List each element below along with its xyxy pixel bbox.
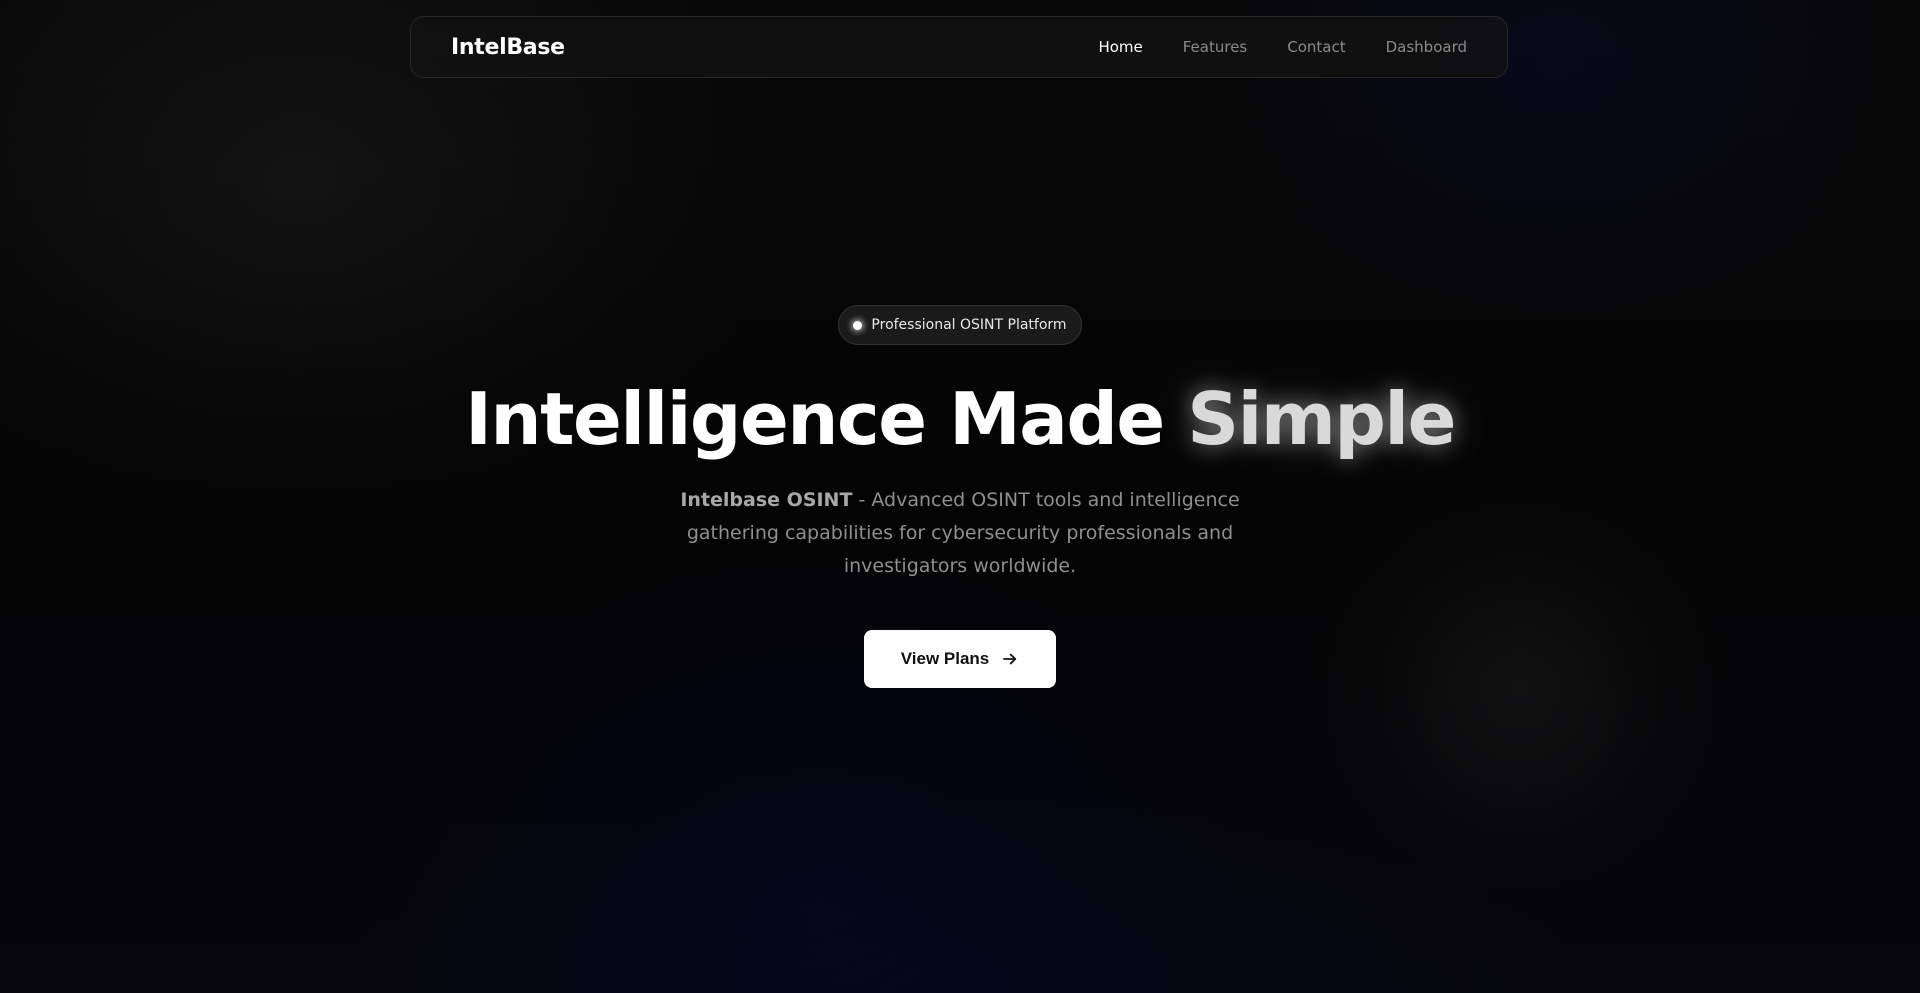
nav-link-dashboard[interactable]: Dashboard bbox=[1386, 38, 1467, 56]
subtitle-line-1: - Advanced OSINT tools and intelligence bbox=[852, 489, 1240, 511]
view-plans-label: View Plans bbox=[900, 649, 990, 668]
subtitle-brand: Intelbase OSINT bbox=[680, 489, 853, 511]
hero-subtitle: Intelbase OSINT - Advanced OSINT tools a… bbox=[660, 484, 1260, 583]
nav-link-contact[interactable]: Contact bbox=[1287, 38, 1345, 56]
headline-main: Intelligence Made bbox=[465, 377, 1188, 461]
view-plans-button[interactable]: View Plans bbox=[864, 630, 1056, 688]
subtitle-line-3: investigators worldwide. bbox=[843, 555, 1077, 577]
headline-highlight: Simple bbox=[1187, 377, 1456, 461]
page: IntelBase Home Features Contact Dashboar… bbox=[0, 0, 1920, 993]
arrow-right-icon bbox=[1003, 653, 1017, 665]
nav-link-home[interactable]: Home bbox=[1098, 38, 1142, 56]
subtitle-line-2: gathering capabilities for cybersecurity… bbox=[686, 522, 1234, 544]
navbar: IntelBase Home Features Contact Dashboar… bbox=[410, 16, 1508, 78]
badge-label: Professional OSINT Platform bbox=[871, 317, 1067, 333]
nav-links: Home Features Contact Dashboard bbox=[1098, 38, 1467, 56]
nav-link-features[interactable]: Features bbox=[1183, 38, 1248, 56]
status-dot-icon bbox=[853, 320, 863, 330]
hero-headline: Intelligence Made Simple bbox=[0, 375, 1920, 463]
platform-badge: Professional OSINT Platform bbox=[838, 305, 1082, 345]
brand-logo[interactable]: IntelBase bbox=[451, 35, 565, 60]
